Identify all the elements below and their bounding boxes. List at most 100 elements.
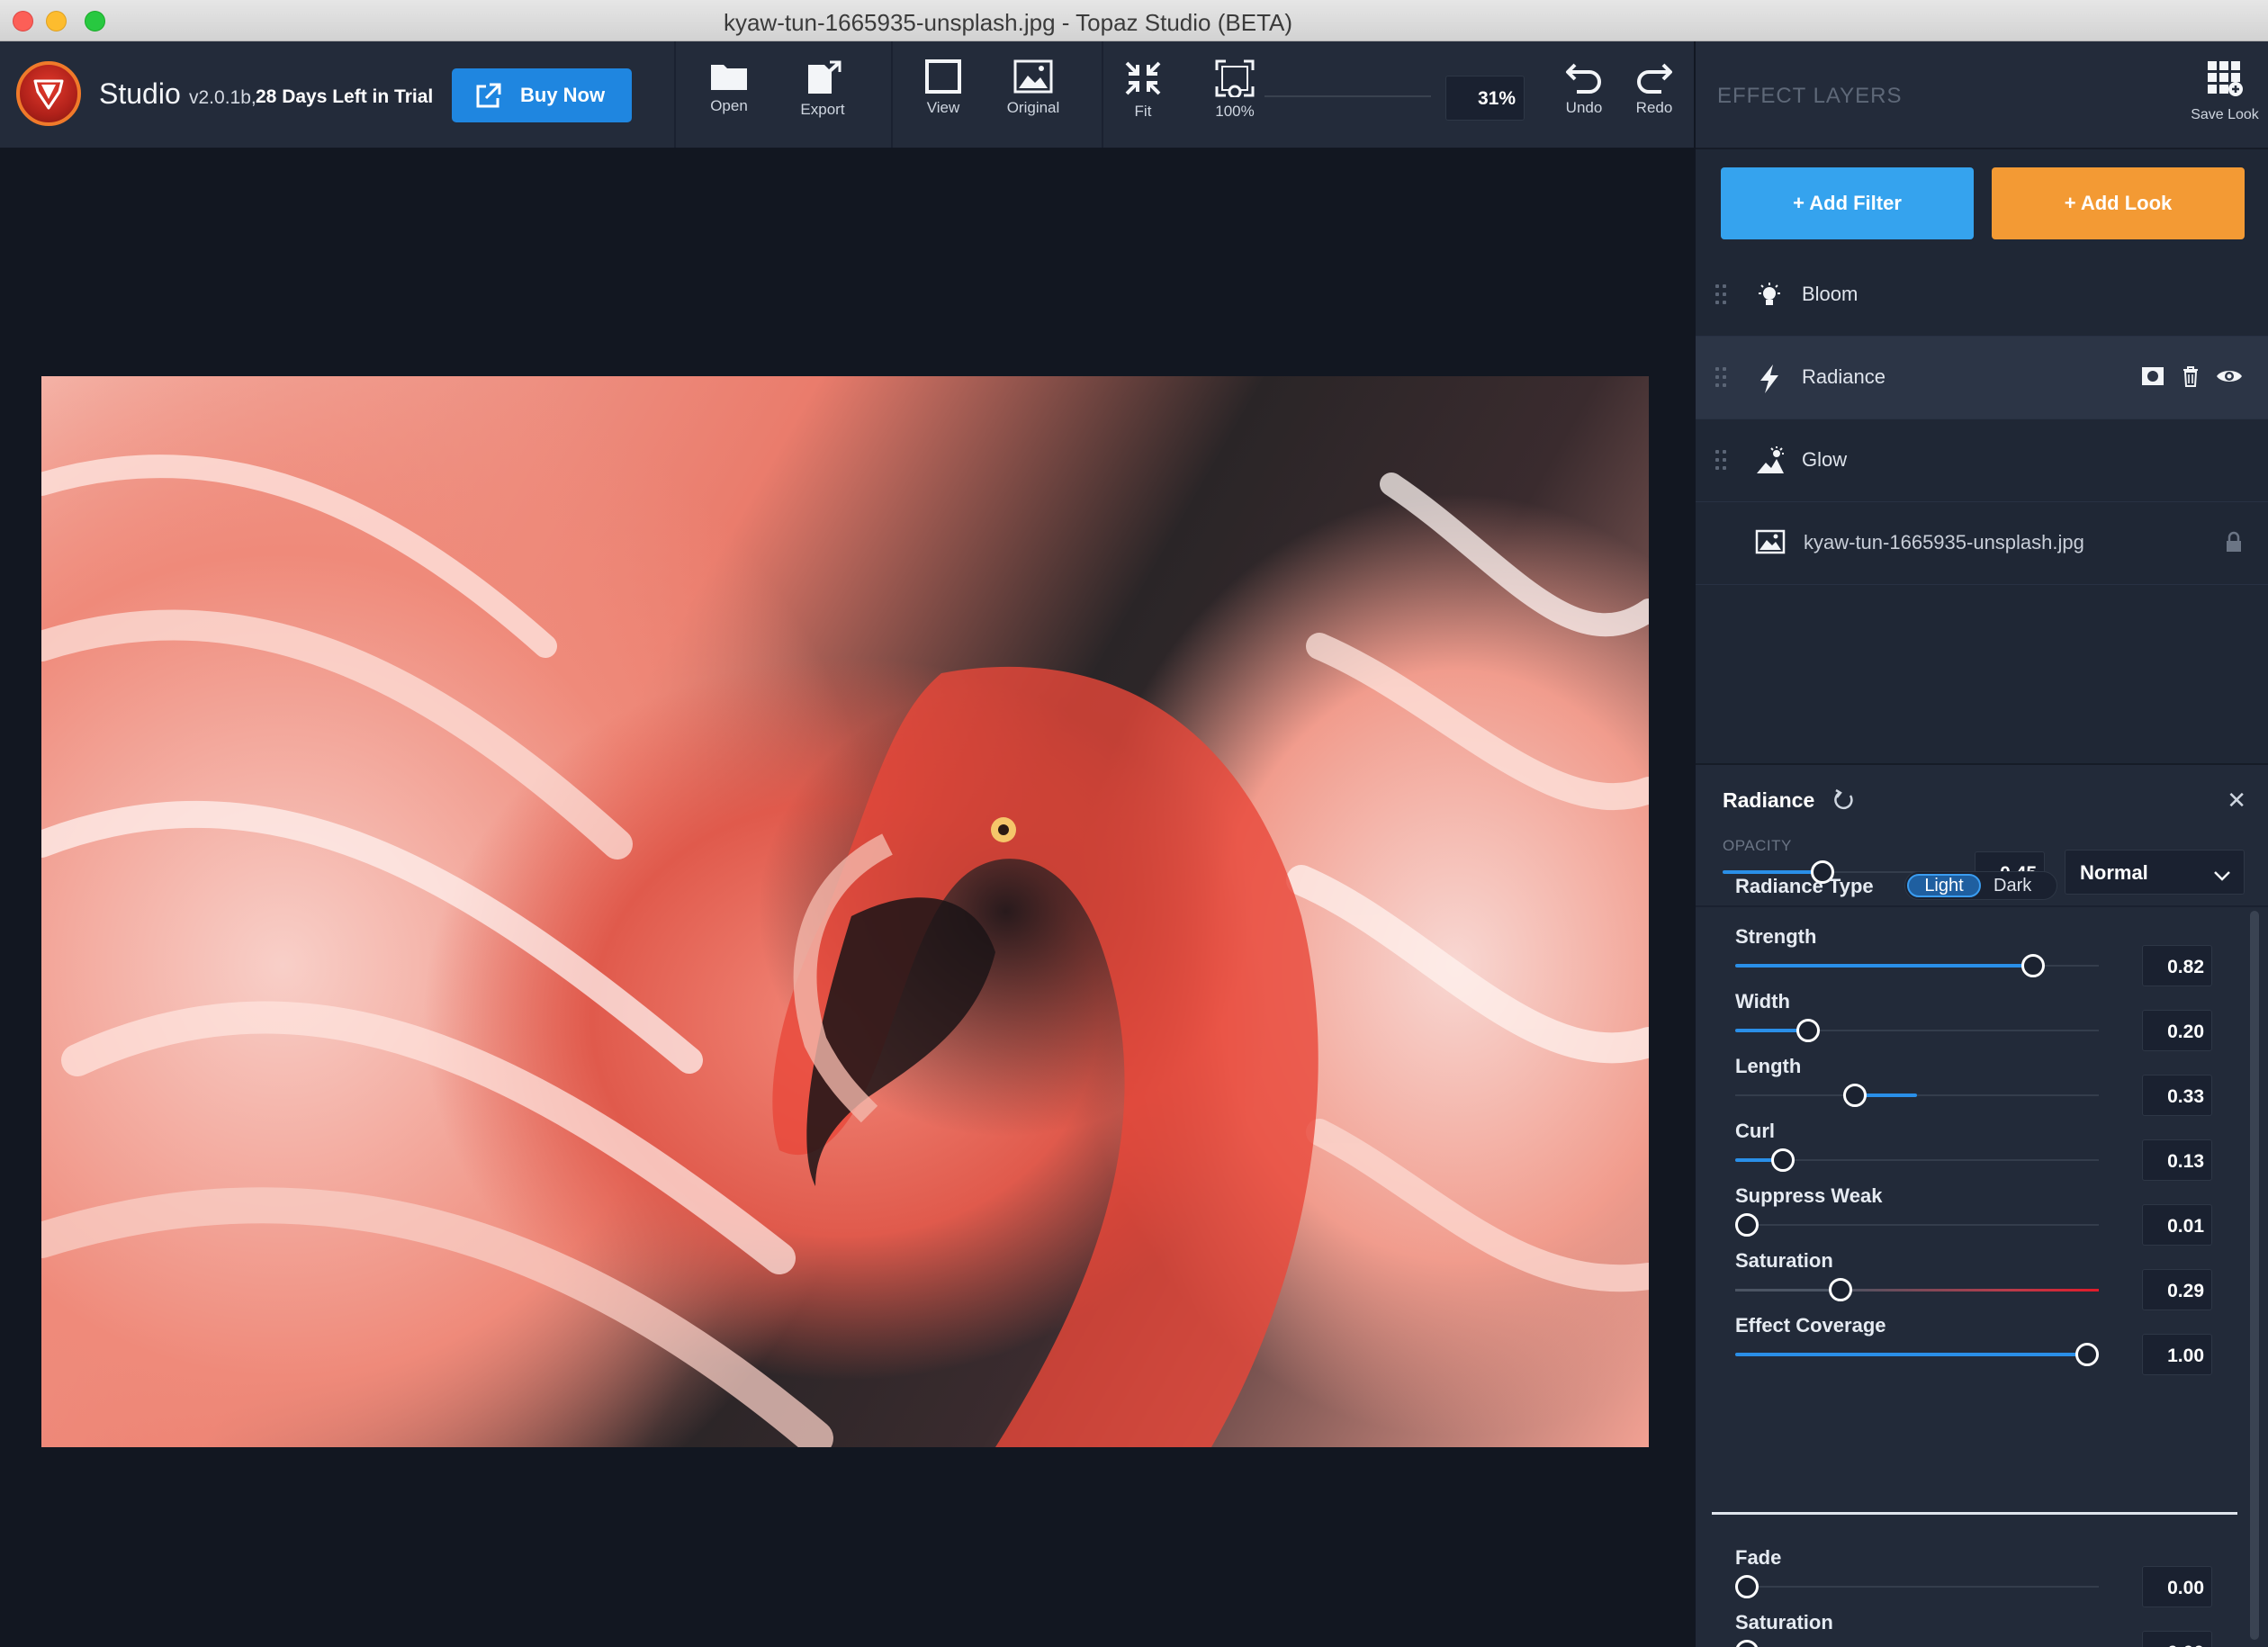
panel-divider xyxy=(1696,905,2268,907)
slider-track xyxy=(1735,1289,2099,1292)
layer-bloom[interactable]: Bloom xyxy=(1696,254,2268,337)
slider-row-strength: Strength 0.82 xyxy=(1696,925,2254,990)
width-slider[interactable] xyxy=(1735,1017,2099,1044)
effect-layers-panel: EFFECT LAYERS Save Look + Add Filter + A… xyxy=(1694,41,2268,1647)
radiance-type-dark[interactable]: Dark xyxy=(1994,876,2031,896)
add-filter-button[interactable]: + Add Filter xyxy=(1721,167,1974,239)
actual-size-icon xyxy=(1215,59,1255,97)
drag-handle-icon[interactable] xyxy=(1715,367,1728,389)
chevron-down-icon xyxy=(2213,864,2231,887)
slider-knob[interactable] xyxy=(1735,1640,1759,1647)
external-link-icon xyxy=(473,82,502,116)
visibility-eye-icon[interactable] xyxy=(2216,367,2243,390)
strength-slider[interactable] xyxy=(1735,952,2099,979)
trash-icon[interactable] xyxy=(2182,365,2200,392)
width-value-field[interactable]: 0.20 xyxy=(2142,1010,2212,1051)
fade-label: Fade xyxy=(1735,1546,1782,1569)
suppress-weak-value-field[interactable]: 0.01 xyxy=(2142,1204,2212,1246)
length-slider[interactable] xyxy=(1735,1082,2099,1109)
zoom-slider[interactable] xyxy=(1264,95,1431,97)
original-button[interactable]: Original xyxy=(988,59,1078,140)
effect-coverage-slider[interactable] xyxy=(1735,1341,2099,1368)
curl-label: Curl xyxy=(1735,1120,1775,1142)
add-look-button[interactable]: + Add Look xyxy=(1992,167,2245,239)
mask-icon[interactable] xyxy=(2141,366,2164,391)
redo-button[interactable]: Redo xyxy=(1609,59,1699,140)
filter-title: Radiance xyxy=(1723,788,1815,812)
fade-slider[interactable] xyxy=(1735,1573,2099,1600)
saturation-slider[interactable] xyxy=(1735,1276,2099,1303)
blend-mode-select[interactable]: Normal xyxy=(2065,850,2245,895)
slider-track xyxy=(1735,1224,2099,1226)
single-view-icon xyxy=(925,59,961,94)
open-button[interactable]: Open xyxy=(684,59,774,140)
trial-status: 28 Days Left in Trial xyxy=(256,86,434,107)
save-look-button[interactable]: Save Look xyxy=(2180,59,2268,123)
slider-row-saturation: Saturation 0.29 xyxy=(1696,1249,2254,1314)
fit-button[interactable]: Fit xyxy=(1098,59,1188,140)
toolbar-divider xyxy=(674,41,676,148)
width-label: Width xyxy=(1735,990,1790,1012)
slider-row-suppress-weak: Suppress Weak 0.01 xyxy=(1696,1184,2254,1249)
effect-coverage-value-field[interactable]: 1.00 xyxy=(2142,1334,2212,1375)
app-name: Studio xyxy=(99,77,181,110)
layer-glow[interactable]: Glow xyxy=(1696,419,2268,502)
close-icon[interactable]: ✕ xyxy=(2227,787,2246,814)
strength-label: Strength xyxy=(1735,925,1817,948)
slider-fill xyxy=(1735,964,2034,968)
image-icon xyxy=(1755,529,1786,559)
fade-value-field[interactable]: 0.00 xyxy=(2142,1566,2212,1607)
suppress-weak-slider[interactable] xyxy=(1735,1211,2099,1238)
reset-icon[interactable] xyxy=(1832,788,1856,816)
saturation-slider[interactable] xyxy=(1735,1638,2099,1647)
curl-value-field[interactable]: 0.13 xyxy=(2142,1139,2212,1181)
layer-base-image[interactable]: kyaw-tun-1665935-unsplash.jpg xyxy=(1696,502,2268,585)
view-button[interactable]: View xyxy=(898,59,988,140)
slider-knob[interactable] xyxy=(1735,1575,1759,1598)
radiance-type-toggle: Light Dark xyxy=(1904,871,2057,900)
actual-size-button[interactable]: 100% xyxy=(1190,59,1280,140)
slider-knob[interactable] xyxy=(1843,1084,1868,1107)
slider-knob[interactable] xyxy=(2075,1343,2099,1366)
strength-value-field[interactable]: 0.82 xyxy=(2142,945,2212,986)
zoom-level-field[interactable]: 31% xyxy=(1445,76,1525,121)
slider-row-length: Length 0.33 xyxy=(1696,1055,2254,1120)
effect-layer-list: Bloom Radiance Glow kyaw-tun-1665935-uns… xyxy=(1696,254,2268,585)
opacity-label: OPACITY xyxy=(1723,837,1792,854)
layer-radiance[interactable]: Radiance xyxy=(1696,337,2268,419)
slider-knob[interactable] xyxy=(1735,1213,1759,1237)
topaz-logo-icon xyxy=(16,61,81,126)
undo-icon xyxy=(1566,63,1601,94)
export-button[interactable]: Export xyxy=(778,59,868,140)
curl-slider[interactable] xyxy=(1735,1147,2099,1174)
slider-knob[interactable] xyxy=(2021,954,2046,977)
slider-knob[interactable] xyxy=(1796,1019,1820,1042)
slider-row-curl: Curl 0.13 xyxy=(1696,1120,2254,1184)
slider-row-effect-coverage: Effect Coverage 1.00 xyxy=(1696,1314,2254,1379)
main-toolbar: Studio v2.0.1b, 28 Days Left in Trial Bu… xyxy=(0,41,1694,149)
window-title: kyaw-tun-1665935-unsplash.jpg - Topaz St… xyxy=(723,9,1293,36)
slider-knob[interactable] xyxy=(1770,1148,1795,1172)
save-look-grid-icon xyxy=(2208,61,2243,96)
toolbar-divider xyxy=(891,41,893,148)
section-divider xyxy=(1712,1512,2237,1515)
image-canvas[interactable] xyxy=(0,149,1694,1647)
slider-knob[interactable] xyxy=(1829,1278,1853,1301)
redo-icon xyxy=(1637,63,1672,94)
saturation-value-field[interactable]: 0.29 xyxy=(2142,1269,2212,1310)
drag-handle-icon[interactable] xyxy=(1715,284,1728,306)
slider-row-width: Width 0.20 xyxy=(1696,990,2254,1055)
length-label: Length xyxy=(1735,1055,1802,1077)
window-titlebar: kyaw-tun-1665935-unsplash.jpg - Topaz St… xyxy=(0,0,2268,41)
effect-layers-title: EFFECT LAYERS xyxy=(1717,84,1903,108)
folder-icon xyxy=(711,65,747,90)
length-value-field[interactable]: 0.33 xyxy=(2142,1075,2212,1116)
drag-handle-icon[interactable] xyxy=(1715,450,1728,472)
saturation-value-field[interactable]: 0.00 xyxy=(2142,1631,2212,1647)
buy-now-button[interactable]: Buy Now xyxy=(452,68,632,122)
layer-label: Glow xyxy=(1802,448,1848,471)
bulb-icon xyxy=(1755,281,1784,314)
lightning-icon xyxy=(1755,364,1784,399)
radiance-type-light[interactable]: Light xyxy=(1907,874,1981,897)
glow-icon xyxy=(1755,446,1786,480)
